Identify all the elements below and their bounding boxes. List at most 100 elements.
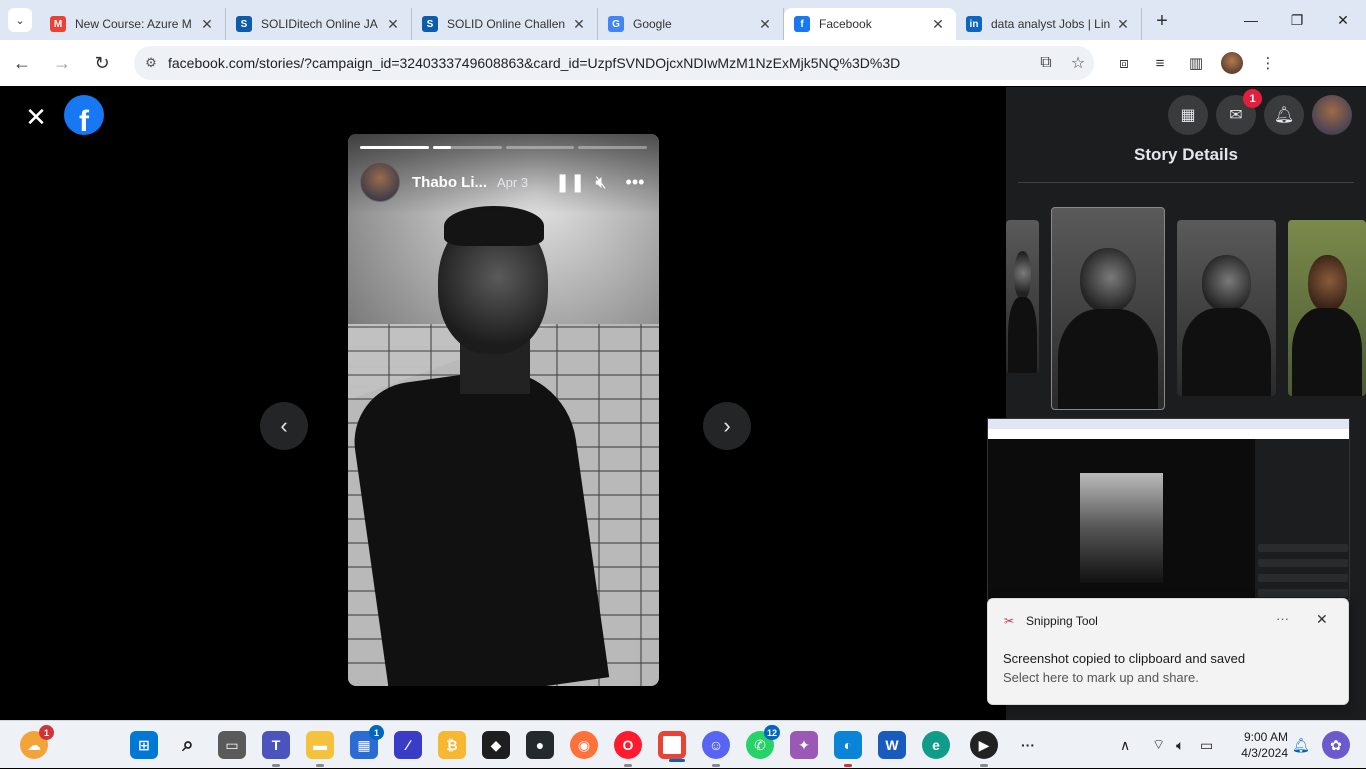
browser-tab[interactable]: S SOLIDitech Online JA ✕ [226, 8, 412, 40]
close-icon[interactable]: ✕ [20, 101, 52, 133]
site-info-icon[interactable]: ⚙ [134, 55, 168, 71]
story-thumbnail[interactable] [1288, 220, 1366, 396]
figma-icon[interactable]: ◆ [482, 731, 510, 759]
toolbar-right: ⧈ ≡ ▥ ⋮ [1106, 45, 1286, 81]
copilot-icon[interactable]: ✦ [790, 731, 818, 759]
facebook-logo-icon[interactable]: f [64, 95, 104, 135]
tab-search-chevron-icon[interactable]: ⌄ [8, 8, 32, 32]
restore-icon[interactable]: ❐ [1274, 0, 1320, 40]
url-text[interactable]: facebook.com/stories/?campaign_id=324033… [168, 55, 1030, 71]
file-explorer-icon[interactable]: ▬ [306, 731, 334, 767]
progress-segment [432, 146, 502, 149]
snipping-tool-taskbar-icon[interactable]: ◐ [834, 731, 862, 767]
bitcoin-icon[interactable]: ₿ [438, 731, 466, 759]
avatar[interactable] [360, 162, 400, 202]
volume-icon[interactable]: 🔈︎ [1176, 721, 1184, 769]
snipping-tool-notification[interactable]: ✂ Snipping Tool ··· ✕ Screenshot copied … [987, 598, 1349, 705]
browser-tab[interactable]: G Google ✕ [598, 8, 784, 40]
tab-close-icon[interactable]: ✕ [1115, 16, 1131, 33]
story-author[interactable]: Thabo Li... [412, 174, 487, 191]
toast-close-icon[interactable]: ✕ [1316, 611, 1328, 628]
preview-row [1258, 589, 1348, 597]
bookmark-star-icon[interactable]: ☆ [1062, 53, 1094, 73]
story-header: Thabo Li... Apr 3 ❚❚ 🔇︎ ••• [360, 162, 647, 202]
screenshot-preview[interactable] [987, 418, 1350, 600]
store-badge: 1 [369, 725, 384, 740]
more-options-icon[interactable]: ••• [623, 172, 647, 193]
browser-tab[interactable]: S SOLID Online Challen ✕ [412, 8, 598, 40]
tab-title: SOLIDitech Online JA [261, 17, 378, 31]
tab-close-icon[interactable]: ✕ [757, 16, 773, 33]
copilot-pre-icon[interactable]: ✿ [1322, 731, 1350, 759]
facebook-icon: f [794, 16, 810, 32]
menu-kebab-icon[interactable]: ⋮ [1250, 45, 1286, 81]
toast-subtext: Select here to mark up and share. [1003, 670, 1199, 685]
story-thumbnail-selected[interactable] [1051, 207, 1165, 410]
discord-icon[interactable]: ☺ [702, 731, 730, 767]
new-tab-button[interactable]: + [1148, 7, 1176, 35]
microsoft-store-icon[interactable]: ▦ 1 [350, 725, 384, 759]
story-thumbnail[interactable] [1177, 220, 1276, 396]
close-window-icon[interactable]: ✕ [1320, 0, 1366, 40]
story-details-title: Story Details [1134, 145, 1238, 164]
chrome-icon[interactable] [658, 731, 686, 762]
tab-title: Google [633, 17, 672, 31]
media-controls-icon[interactable]: ≡ [1142, 45, 1178, 81]
previous-story-button[interactable]: ‹ [260, 402, 308, 450]
tab-close-icon[interactable]: ✕ [571, 16, 587, 33]
install-app-icon[interactable]: ⧉ [1030, 54, 1062, 72]
browser-tab[interactable]: f Facebook ✕ [784, 8, 956, 40]
teams-icon[interactable]: T [262, 731, 290, 767]
clock-time: 9:00 AM [1243, 730, 1288, 744]
whatsapp-icon[interactable]: ✆ 12 [746, 725, 780, 759]
system-clock[interactable]: 9:00 AM 4/3/2024 [1232, 729, 1288, 761]
overflow-dots-icon[interactable]: ··· [1014, 731, 1042, 759]
github-icon[interactable]: ● [526, 731, 554, 759]
solid-icon: S [236, 16, 252, 32]
story-date: Apr 3 [497, 174, 529, 190]
extensions-icon[interactable]: ⧈ [1106, 45, 1142, 81]
browser-toolbar: ← → ↻ ⚙ facebook.com/stories/?campaign_i… [0, 40, 1366, 86]
address-bar[interactable]: ⚙ facebook.com/stories/?campaign_id=3240… [134, 46, 1094, 80]
story-card[interactable]: Thabo Li... Apr 3 ❚❚ 🔇︎ ••• [348, 134, 659, 686]
firefox-icon[interactable]: ◉ [570, 731, 598, 759]
apps-grid-icon[interactable]: ▦ [1168, 95, 1208, 135]
wifi-icon[interactable]: ⌔ [1152, 721, 1165, 769]
tab-close-icon[interactable]: ✕ [199, 16, 215, 33]
notification-bell-icon[interactable]: 🔔︎ [1292, 721, 1310, 769]
toast-app-name: Snipping Tool [1026, 614, 1098, 628]
messenger-icon[interactable]: ✉ 1 [1216, 89, 1262, 135]
media-player-icon[interactable]: ▶ [970, 731, 998, 767]
browser-tab[interactable]: in data analyst Jobs | Lin ✕ [956, 8, 1142, 40]
solid-icon: S [422, 16, 438, 32]
opera-icon[interactable]: O [614, 731, 642, 767]
reload-icon[interactable]: ↻ [84, 45, 120, 81]
top-right-actions: ▦ ✉ 1 🔔︎ [1168, 89, 1352, 135]
back-icon[interactable]: ← [4, 45, 40, 81]
word-icon[interactable]: W [878, 731, 906, 759]
tab-close-icon[interactable]: ✕ [930, 16, 946, 33]
start-windows-icon[interactable]: ⊞ [130, 731, 158, 759]
next-story-button[interactable]: › [703, 402, 751, 450]
pause-icon[interactable]: ❚❚ [555, 172, 585, 193]
forward-icon[interactable]: → [44, 45, 80, 81]
show-hidden-icons[interactable]: ∧ [1120, 721, 1130, 769]
toast-more-icon[interactable]: ··· [1276, 611, 1289, 626]
visual-studio-icon[interactable]: ∕ [394, 731, 422, 759]
minimize-icon[interactable]: — [1228, 0, 1274, 40]
battery-icon[interactable]: ▭ [1200, 721, 1213, 769]
weather-icon[interactable]: ☁ 1 [20, 725, 54, 759]
task-view-icon[interactable]: ▭ [218, 731, 246, 759]
preview-row [1258, 574, 1348, 582]
browser-tab[interactable]: M New Course: Azure M ✕ [40, 8, 226, 40]
edge-icon[interactable]: e [922, 731, 950, 759]
side-panel-icon[interactable]: ▥ [1178, 45, 1214, 81]
story-thumbnail[interactable] [1006, 220, 1039, 373]
tab-close-icon[interactable]: ✕ [385, 16, 401, 33]
profile-avatar[interactable] [1214, 45, 1250, 81]
tabs-container: M New Course: Azure M ✕ S SOLIDitech Online … [40, 0, 1142, 40]
account-avatar[interactable] [1312, 95, 1352, 135]
notifications-bell-icon[interactable]: 🔔︎ [1264, 95, 1304, 135]
search-icon[interactable]: ⌕ [174, 731, 202, 759]
muted-speaker-icon[interactable]: 🔇︎ [589, 172, 613, 193]
